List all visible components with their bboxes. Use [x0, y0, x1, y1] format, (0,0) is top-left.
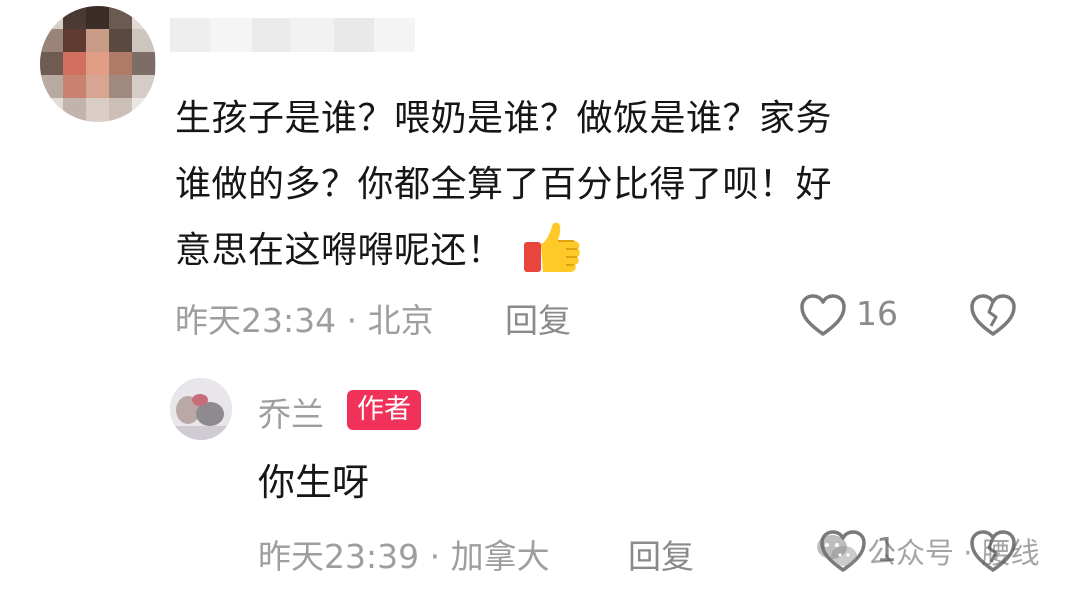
reply-username[interactable]: 乔兰: [258, 388, 324, 436]
comment-line: 意思在这嘚嘚呢还！: [175, 218, 1005, 284]
avatar[interactable]: [170, 378, 232, 440]
thumbs-up-icon: [523, 222, 580, 272]
reply-button[interactable]: 回复: [628, 530, 694, 578]
like-count: 16: [856, 294, 898, 333]
wechat-icon: [817, 535, 857, 566]
comment-line: 谁做的多？你都全算了百分比得了呗！好: [175, 164, 833, 205]
reply-location: 加拿大: [450, 537, 550, 576]
comment-thread: 生孩子是谁？喂奶是谁？做饭是谁？家务 谁做的多？你都全算了百分比得了呗！好 意思…: [0, 0, 1071, 595]
comment-location: 北京: [367, 301, 434, 340]
comment-meta: 昨天23:34 · 北京: [175, 294, 434, 342]
watermark-text: 公众号 · 腰线: [867, 536, 1040, 570]
meta-separator: ·: [429, 537, 441, 576]
author-badge: 作者: [347, 390, 421, 430]
reply-button[interactable]: 回复: [505, 294, 571, 342]
meta-separator: ·: [346, 301, 358, 340]
comment-line-text: 意思在这嘚嘚呢还！: [175, 230, 504, 271]
comment-line: 生孩子是谁？喂奶是谁？做饭是谁？家务: [175, 98, 833, 139]
comment-text: 生孩子是谁？喂奶是谁？做饭是谁？家务 谁做的多？你都全算了百分比得了呗！好 意思…: [175, 86, 1005, 284]
avatar[interactable]: [40, 6, 156, 122]
reply-meta: 昨天23:39 · 加拿大: [258, 530, 550, 578]
watermark: 公众号 · 腰线: [815, 529, 1040, 573]
comment-time: 昨天23:34: [175, 301, 337, 340]
heart-icon[interactable]: [798, 292, 848, 338]
broken-heart-icon[interactable]: [968, 292, 1018, 338]
reply-time: 昨天23:39: [258, 537, 420, 576]
username-blurred[interactable]: [170, 18, 415, 52]
reply-text: 你生呀: [258, 461, 369, 504]
avatar-image: [170, 378, 232, 440]
